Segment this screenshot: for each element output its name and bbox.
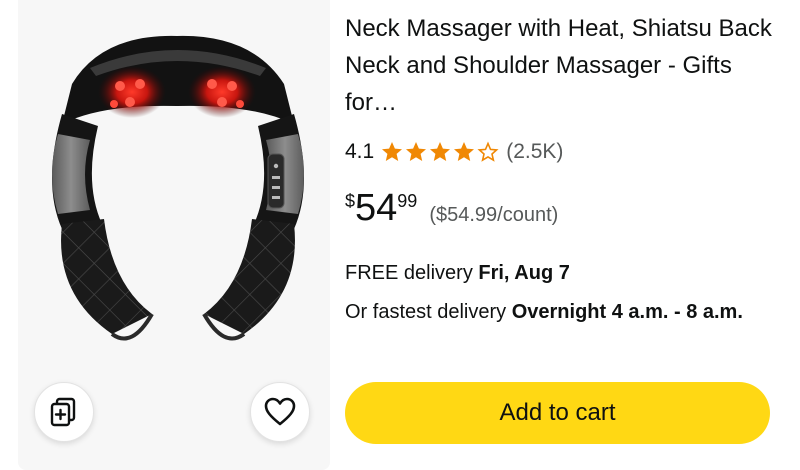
product-card: Neck Massager with Heat, Shiatsu Back Ne… <box>0 0 800 470</box>
product-info: Neck Massager with Heat, Shiatsu Back Ne… <box>345 10 785 323</box>
product-image-panel[interactable] <box>18 0 330 470</box>
star-rating <box>380 140 500 164</box>
rating-row[interactable]: 4.1 (2.5K) <box>345 137 563 167</box>
compare-button[interactable] <box>34 382 94 442</box>
star-icon-full <box>430 142 451 161</box>
heart-icon <box>264 397 296 426</box>
star-icon-empty <box>477 141 499 162</box>
fastest-delivery-label: Or fastest delivery <box>345 301 512 323</box>
star-icon-full <box>454 142 475 161</box>
fastest-delivery: Or fastest delivery Overnight 4 a.m. - 8… <box>345 297 775 327</box>
rating-count: (2.5K) <box>506 140 564 163</box>
neck-massager-image[interactable] <box>32 14 322 364</box>
add-to-cart-button[interactable]: Add to cart <box>345 382 770 444</box>
free-delivery: FREE delivery Fri, Aug 7 <box>345 260 570 286</box>
free-delivery-date: Fri, Aug 7 <box>478 262 570 284</box>
compare-cards-icon <box>50 397 76 427</box>
fastest-delivery-window: Overnight 4 a.m. - 8 a.m. <box>511 301 743 323</box>
rating-value: 4.1 <box>345 140 375 163</box>
star-icon-full <box>382 142 403 161</box>
price-row: $ 54 99 ($54.99/count) <box>345 186 558 236</box>
price-currency: $ <box>345 191 356 211</box>
wishlist-button[interactable] <box>250 382 310 442</box>
product-title[interactable]: Neck Massager with Heat, Shiatsu Back Ne… <box>345 10 785 121</box>
star-icon-full <box>406 142 427 161</box>
price-whole: 54 <box>355 187 398 229</box>
price-fraction: 99 <box>397 191 418 211</box>
unit-price: ($54.99/count) <box>429 204 559 226</box>
free-delivery-label: FREE delivery <box>345 262 479 284</box>
